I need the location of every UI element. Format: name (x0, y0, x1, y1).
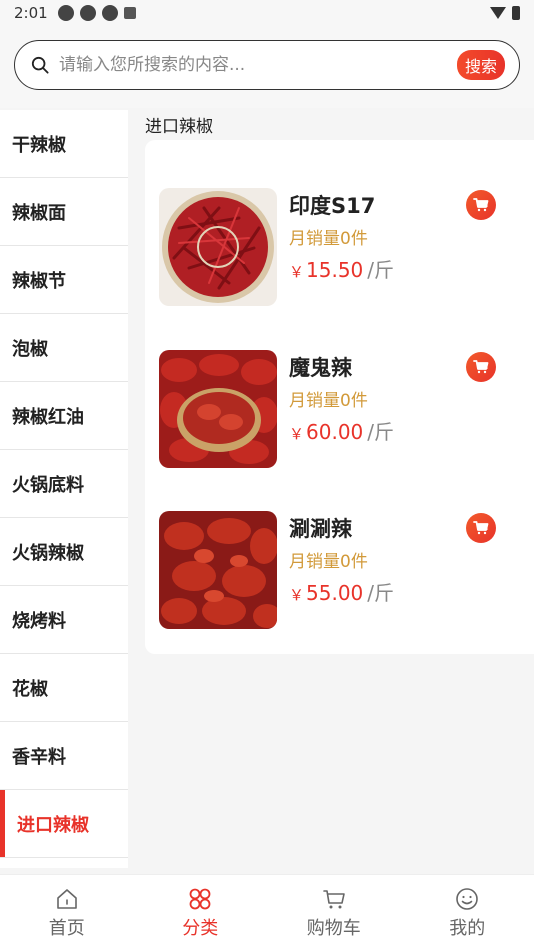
battery-icon (512, 6, 520, 20)
home-icon (56, 888, 77, 909)
search-input[interactable] (59, 55, 457, 75)
product-name: 魔鬼辣 (289, 356, 352, 380)
sidebar-item-label: 火锅底料 (12, 474, 84, 496)
sidebar-item-jinkou-lajiao[interactable]: 进口辣椒 (0, 790, 128, 858)
currency-symbol: ￥ (289, 263, 305, 281)
product-sales: 月销量0件 (289, 229, 368, 249)
product-sales: 月销量0件 (289, 391, 368, 411)
sidebar-item-lajiao-jie[interactable]: 辣椒节 (0, 246, 128, 314)
search-bar[interactable]: 搜索 (14, 40, 520, 90)
product-image[interactable] (159, 350, 277, 468)
search-header: 搜索 (0, 26, 534, 108)
tab-category[interactable]: 分类 (134, 875, 268, 950)
price-unit: /斤 (367, 258, 395, 282)
price-value: 55.00 (306, 581, 364, 605)
product-price: ￥ 15.50/斤 (289, 254, 394, 283)
sidebar-item-label: 干辣椒 (12, 134, 66, 156)
search-icon (31, 56, 49, 74)
cart-icon (473, 521, 489, 535)
currency-symbol: ￥ (289, 425, 305, 443)
status-time: 2:01 (14, 4, 48, 22)
notification-icon (101, 5, 118, 21)
tab-label: 首页 (48, 917, 85, 939)
cart-icon (473, 198, 489, 212)
sidebar-item-label: 烧烤料 (12, 610, 66, 632)
currency-symbol: ￥ (289, 586, 305, 604)
sidebar-item-gan-lajiao[interactable]: 干辣椒 (0, 110, 128, 178)
status-bar: 2:01 (0, 0, 534, 26)
tab-label: 购物车 (306, 917, 361, 939)
section-title: 进口辣椒 (145, 117, 213, 137)
notification-icon (57, 5, 74, 21)
product-sales: 月销量0件 (289, 552, 368, 572)
sidebar-item-lajiao-mian[interactable]: 辣椒面 (0, 178, 128, 246)
product-item[interactable]: 魔鬼辣 月销量0件 ￥ 60.00/斤 (159, 350, 534, 468)
sidebar-item-lajiao-hongyou[interactable]: 辣椒红油 (0, 382, 128, 450)
status-notification-icons (57, 5, 136, 21)
product-name: 涮涮辣 (289, 517, 352, 541)
add-to-cart-button[interactable] (466, 352, 496, 382)
price-unit: /斤 (367, 581, 395, 605)
product-list: 印度S17 月销量0件 ￥ 15.50/斤 魔鬼辣 月销量0件 ￥ 60.00 … (145, 140, 534, 654)
sidebar-item-xiangxin-liao[interactable]: 香辛料 (0, 722, 128, 790)
product-image[interactable] (159, 188, 277, 306)
product-price: ￥ 55.00/斤 (289, 577, 394, 606)
product-item[interactable]: 印度S17 月销量0件 ￥ 15.50/斤 (159, 188, 534, 306)
product-item[interactable]: 涮涮辣 月销量0件 ￥ 55.00/斤 (159, 511, 534, 629)
sidebar-item-huoguo-diliao[interactable]: 火锅底料 (0, 450, 128, 518)
tab-profile[interactable]: 我的 (401, 875, 534, 950)
price-value: 60.00 (306, 420, 364, 444)
tab-home[interactable]: 首页 (0, 875, 134, 950)
sidebar-item-huajiao[interactable]: 花椒 (0, 654, 128, 722)
sidebar-item-label: 泡椒 (12, 338, 48, 360)
wifi-icon (490, 7, 506, 19)
category-icon (189, 888, 211, 909)
sidebar-item-label: 火锅辣椒 (12, 542, 84, 564)
tab-label: 分类 (182, 917, 219, 939)
sidebar-item-paojiao[interactable]: 泡椒 (0, 314, 128, 382)
add-to-cart-button[interactable] (466, 190, 496, 220)
add-to-cart-button[interactable] (466, 513, 496, 543)
cart-icon (473, 360, 489, 374)
profile-icon (456, 887, 479, 910)
bottom-tab-bar: 首页 分类 购物车 我的 (0, 874, 534, 950)
cart-icon (322, 889, 345, 908)
price-unit: /斤 (367, 420, 395, 444)
sidebar-item-label: 香辛料 (12, 746, 66, 768)
sidebar-item-label: 花椒 (12, 678, 48, 700)
price-value: 15.50 (306, 258, 364, 282)
sidebar-item-label: 辣椒节 (12, 270, 66, 292)
product-image[interactable] (159, 511, 277, 629)
tab-label: 我的 (449, 917, 486, 939)
notification-icon (123, 7, 136, 19)
product-name: 印度S17 (289, 194, 376, 218)
notification-icon (79, 5, 96, 21)
sidebar-item-huoguo-lajiao[interactable]: 火锅辣椒 (0, 518, 128, 586)
sidebar-item-label: 辣椒面 (12, 202, 66, 224)
sidebar-item-label: 进口辣椒 (17, 814, 89, 836)
category-sidebar: 干辣椒 辣椒面 辣椒节 泡椒 辣椒红油 火锅底料 火锅辣椒 烧烤料 花椒 香辛料… (0, 110, 128, 868)
tab-cart[interactable]: 购物车 (267, 875, 401, 950)
sidebar-item-shaokao-liao[interactable]: 烧烤料 (0, 586, 128, 654)
product-price: ￥ 60.00/斤 (289, 416, 394, 445)
sidebar-item-label: 辣椒红油 (12, 406, 84, 428)
search-button[interactable]: 搜索 (456, 50, 505, 80)
